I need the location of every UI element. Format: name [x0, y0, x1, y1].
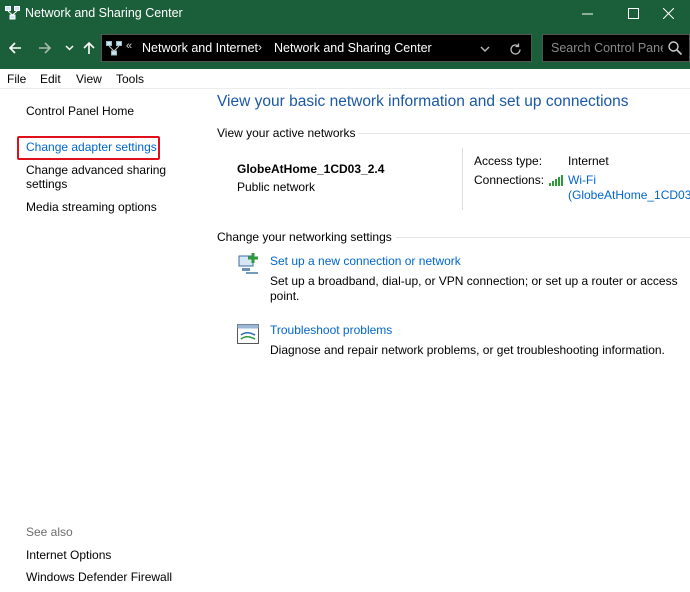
highlight-box: [17, 136, 160, 160]
breadcrumb-network-and-sharing-center[interactable]: Network and Sharing Center: [274, 41, 432, 55]
back-button[interactable]: [4, 37, 26, 59]
network-center-icon: [106, 41, 122, 56]
network-name: GlobeAtHome_1CD03_2.4: [237, 162, 385, 176]
navigation-bar: « Network and Internet › Network and Sha…: [0, 27, 690, 69]
menu-edit[interactable]: Edit: [40, 72, 61, 86]
search-icon[interactable]: [667, 40, 683, 56]
sidebar-windows-defender-firewall[interactable]: Windows Defender Firewall: [26, 570, 172, 584]
menu-view[interactable]: View: [76, 72, 102, 86]
arrow-right-icon: [39, 42, 52, 54]
window-title: Network and Sharing Center: [25, 6, 183, 20]
maximize-icon: [627, 8, 639, 19]
menu-file[interactable]: File: [7, 72, 26, 86]
chevron-down-icon: [480, 46, 490, 52]
refresh-button[interactable]: [506, 40, 524, 58]
network-divider: [462, 148, 463, 210]
sidebar-change-advanced-sharing-settings[interactable]: Change advanced sharing settings: [26, 163, 176, 191]
network-category[interactable]: Public network: [237, 180, 315, 194]
close-icon: [662, 8, 674, 19]
close-button[interactable]: [646, 0, 690, 27]
search-input[interactable]: [543, 35, 663, 61]
connection-link-wifi[interactable]: Wi-Fi: [568, 173, 596, 187]
sidebar-internet-options[interactable]: Internet Options: [26, 548, 111, 562]
connections-label: Connections:: [474, 173, 545, 187]
recent-locations-button[interactable]: [58, 37, 80, 59]
refresh-icon: [509, 43, 521, 55]
minimize-button[interactable]: [564, 0, 610, 27]
breadcrumb-overflow[interactable]: «: [126, 40, 132, 52]
active-networks-label: View your active networks: [217, 126, 356, 140]
menu-tools[interactable]: Tools: [116, 72, 144, 86]
section-divider: [396, 237, 690, 238]
chevron-down-icon: [64, 45, 74, 51]
menu-bar: File Edit View Tools: [0, 69, 690, 89]
sidebar-control-panel-home[interactable]: Control Panel Home: [26, 104, 134, 118]
see-also-label: See also: [26, 525, 73, 539]
network-center-icon: [5, 6, 20, 20]
search-box[interactable]: [542, 34, 690, 62]
section-divider: [358, 133, 690, 134]
new-connection-icon: [238, 253, 258, 274]
troubleshoot-problems-link[interactable]: Troubleshoot problems: [270, 323, 392, 337]
troubleshoot-icon: [237, 324, 259, 344]
sidebar-media-streaming-options[interactable]: Media streaming options: [26, 200, 157, 214]
troubleshoot-problems-desc: Diagnose and repair network problems, or…: [270, 343, 665, 357]
breadcrumb-network-and-internet[interactable]: Network and Internet: [142, 41, 258, 55]
arrow-up-icon: [83, 41, 95, 54]
address-bar[interactable]: « Network and Internet › Network and Sha…: [101, 34, 532, 62]
access-type-value: Internet: [568, 154, 609, 168]
minimize-icon: [581, 13, 593, 15]
setup-new-connection-link[interactable]: Set up a new connection or network: [270, 254, 461, 268]
access-type-label: Access type:: [474, 154, 543, 168]
address-dropdown-button[interactable]: [476, 40, 494, 58]
page-title: View your basic network information and …: [217, 93, 629, 110]
title-bar: Network and Sharing Center: [0, 0, 690, 27]
breadcrumb-separator[interactable]: ›: [258, 40, 262, 54]
forward-button[interactable]: [34, 37, 56, 59]
setup-new-connection-desc: Set up a broadband, dial-up, or VPN conn…: [270, 274, 678, 303]
arrow-left-icon: [8, 42, 21, 54]
connection-link-ssid[interactable]: (GlobeAtHome_1CD03_: [568, 188, 690, 202]
up-button[interactable]: [78, 37, 100, 59]
wifi-signal-icon: [549, 175, 563, 186]
change-settings-label: Change your networking settings: [217, 230, 392, 244]
